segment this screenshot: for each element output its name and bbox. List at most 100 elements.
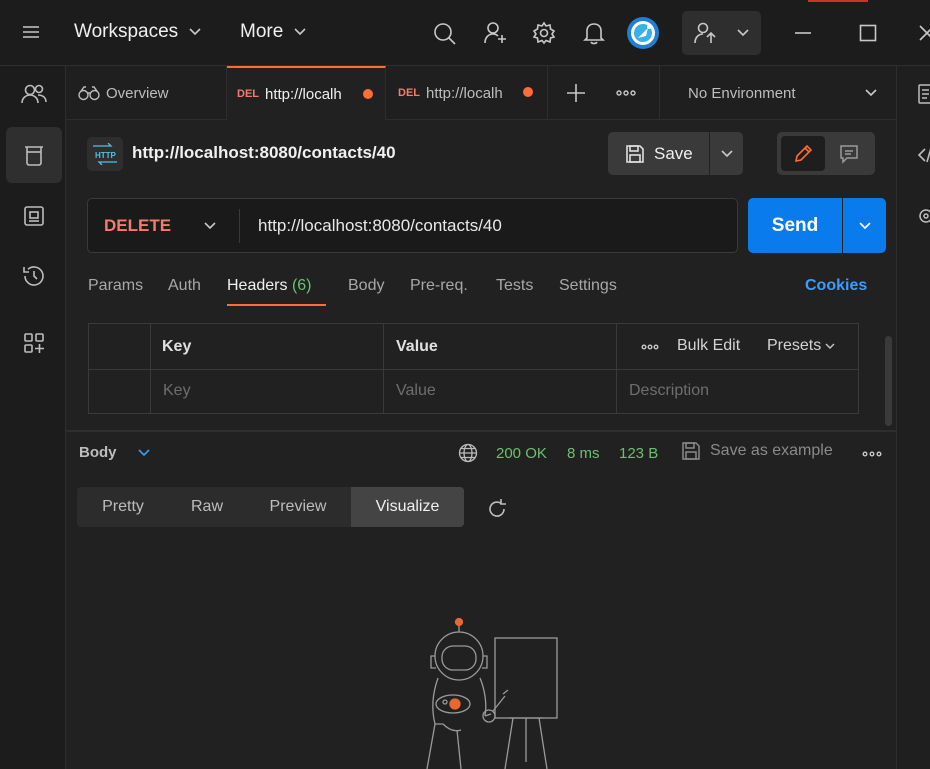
description-placeholder: Description [629,382,710,399]
value-placeholder: Value [396,382,436,399]
view-raw-label: Raw [190,498,223,515]
presets-dropdown[interactable]: Presets [767,337,835,355]
network-globe-icon[interactable] [458,443,478,463]
tab-url-label: http://localh [426,84,503,102]
view-raw[interactable]: Raw [169,487,245,527]
http-request-icon: HTTP [87,137,123,171]
notifications-bell-icon[interactable] [583,21,605,45]
url-bar: DELETE http://localhost:8080/contacts/40 [87,198,738,253]
request-pane-scrollbar[interactable] [885,336,892,426]
comments-mode-button[interactable] [827,136,871,171]
user-avatar[interactable] [626,16,660,50]
invite-user-icon[interactable] [483,21,507,45]
view-visualize[interactable]: Visualize [351,487,464,527]
column-options-ellipsis-icon[interactable] [641,344,659,350]
comment-icon [839,144,859,164]
table-row: Key Value Description [89,370,858,413]
url-input[interactable]: http://localhost:8080/contacts/40 [258,216,502,236]
tab-request-active[interactable]: DEL http://localh [227,66,386,120]
minimize-window-icon[interactable] [794,31,812,35]
sign-in-status-button[interactable] [682,11,761,55]
headers-table: Key Value Bulk Edit Presets Key Value De… [88,323,859,414]
save-label: Save [654,143,693,163]
table-header-row: Key Value Bulk Edit Presets [89,324,858,370]
refresh-icon[interactable] [486,498,508,520]
view-pretty[interactable]: Pretty [77,487,169,527]
tab-overview[interactable]: Overview [66,66,227,120]
send-options-dropdown[interactable] [843,198,886,253]
more-label: More [240,21,284,42]
pane-divider[interactable] [66,430,896,432]
save-as-example-label: Save as example [710,442,833,459]
value-header-label: Value [396,338,438,355]
tab-headers[interactable]: Headers (6) [227,277,312,295]
svg-text:HTTP: HTTP [95,151,117,160]
cookies-link[interactable]: Cookies [805,277,867,295]
chevron-down-icon [720,149,734,159]
environments-icon[interactable] [6,188,62,244]
maximize-window-icon[interactable] [859,24,877,42]
settings-gear-icon[interactable] [532,21,556,45]
bulk-edit-button[interactable]: Bulk Edit [677,337,740,355]
key-column-header: Key [151,324,384,370]
key-input[interactable]: Key [151,370,384,413]
code-snippet-icon[interactable] [917,146,930,164]
documentation-icon[interactable] [917,84,930,104]
tab-params[interactable]: Params [88,277,143,295]
environment-label: No Environment [688,84,796,102]
active-tab-underline [227,304,326,306]
tab-settings[interactable]: Settings [559,277,617,295]
description-input[interactable]: Description [617,370,858,413]
hamburger-menu-icon[interactable] [22,24,40,40]
tab-tests[interactable]: Tests [496,277,533,295]
new-tab-plus-icon[interactable] [566,83,586,103]
chevron-down-icon [188,27,202,37]
more-tabs-ellipsis-icon[interactable] [616,90,636,96]
chevron-down-icon [293,27,307,37]
close-window-icon[interactable] [918,24,930,42]
team-people-icon[interactable] [6,66,62,122]
info-lightbulb-icon[interactable] [917,208,930,228]
edit-mode-button[interactable] [781,136,825,171]
row-checkbox-cell [89,370,151,413]
view-pretty-label: Pretty [102,498,144,515]
response-size[interactable]: 123 B [619,445,658,462]
presets-label: Presets [767,337,822,354]
add-widgets-icon[interactable] [6,315,62,371]
response-body-label: Body [79,444,117,461]
response-more-ellipsis-icon[interactable] [862,451,882,457]
chevron-down-icon [825,342,835,350]
view-preview[interactable]: Preview [245,487,351,527]
save-disk-icon [625,144,645,164]
key-header-label: Key [162,338,192,355]
tab-request-2[interactable]: DEL http://localh [386,66,548,120]
tab-body[interactable]: Body [348,277,384,295]
method-badge: DEL [237,88,259,100]
tab-headers-label: Headers [227,277,288,294]
tab-url-label: http://localh [265,85,342,103]
view-preview-label: Preview [269,498,327,515]
send-label: Send [771,214,819,236]
send-button[interactable]: Send [748,198,842,253]
value-input[interactable]: Value [384,370,617,413]
pencil-icon [793,144,813,164]
save-button[interactable]: Save [608,132,709,175]
response-status[interactable]: 200 OK [496,445,547,462]
save-options-dropdown[interactable] [710,132,743,175]
environment-selector[interactable]: No Environment [660,66,896,120]
value-column-header: Value [384,324,617,370]
workspaces-menu[interactable]: Workspaces [74,21,202,43]
response-time[interactable]: 8 ms [567,445,600,462]
history-icon[interactable] [6,248,62,304]
request-title[interactable]: http://localhost:8080/contacts/40 [132,143,396,163]
astronaut-painter-illustration [405,612,565,769]
collections-trash-icon[interactable] [6,127,62,183]
tab-prereq[interactable]: Pre-req. [410,277,468,295]
tab-auth[interactable]: Auth [168,277,201,295]
method-select[interactable]: DELETE [88,199,239,252]
search-icon[interactable] [433,22,457,46]
more-menu[interactable]: More [240,21,307,43]
save-as-example-button[interactable]: Save as example [681,441,833,461]
response-body-selector[interactable]: Body [79,444,151,461]
chevron-down-icon [858,221,872,231]
